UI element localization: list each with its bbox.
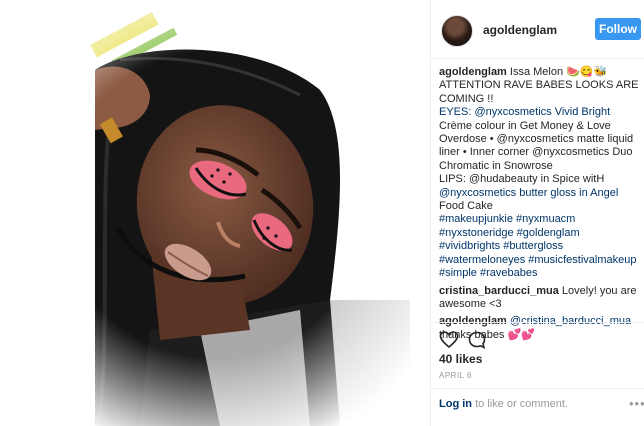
post-photo[interactable]: [0, 0, 430, 426]
post-modal: agoldenglam Follow agoldenglam Issa Melo…: [0, 0, 644, 426]
hashtag-line[interactable]: #vividbrights #buttergloss: [439, 240, 641, 253]
login-prompt-text: to like or comment.: [475, 398, 568, 410]
caption-line[interactable]: EYES: @nyxcosmetics Vivid Bright: [439, 106, 641, 119]
caption-line: Food Cake: [439, 200, 493, 213]
caption-line: liner • Inner corner @nyxcosmetics Duo: [439, 146, 633, 159]
caption-line[interactable]: @nyxcosmetics butter gloss in Angel: [439, 187, 641, 200]
caption-line: Crème colour in Get Money & Love: [439, 119, 611, 132]
post-date: APRIL 6: [439, 371, 472, 380]
heart-icon[interactable]: [439, 330, 459, 350]
divider: [431, 388, 644, 389]
post-header: agoldenglam Follow: [431, 0, 644, 59]
hashtag-line[interactable]: #nyxstoneridge #goldenglam: [439, 227, 641, 240]
caption: agoldenglam Issa Melon 🍉😋🐝 ATTENTION RAV…: [439, 66, 641, 281]
comment-username[interactable]: cristina_barducci_mua: [439, 285, 559, 297]
login-link[interactable]: Log in: [439, 398, 472, 410]
more-options-icon[interactable]: •••: [629, 396, 644, 411]
action-bar: [439, 330, 499, 352]
caption-username[interactable]: agoldenglam: [439, 66, 507, 78]
hashtag-line[interactable]: #watermeloneyes #musicfestivalmakeup: [439, 254, 641, 267]
caption-line: Issa Melon 🍉😋🐝: [509, 66, 608, 78]
hashtag-line[interactable]: #simple #ravebabes: [439, 267, 641, 280]
caption-line: COMING !!: [439, 92, 494, 105]
selfie-image: [0, 0, 430, 426]
caption-line: LIPS: @hudabeauty in Spice witH: [439, 173, 605, 186]
hashtag-line[interactable]: #makeupjunkie #nyxmuacm: [439, 213, 641, 226]
caption-line: Chromatic in Snowrose: [439, 159, 553, 172]
login-prompt: Log in to like or comment.: [439, 398, 568, 410]
header-username[interactable]: agoldenglam: [483, 23, 557, 37]
avatar[interactable]: [441, 15, 473, 47]
divider: [431, 322, 644, 323]
caption-line: ATTENTION RAVE BABES LOOKS ARE: [439, 79, 639, 92]
comments-section: agoldenglam Issa Melon 🍉😋🐝 ATTENTION RAV…: [439, 66, 641, 342]
caption-line: Overdose • @nyxcosmetics matte liquid: [439, 133, 634, 146]
likes-count[interactable]: 40 likes: [439, 352, 482, 366]
post-sidebar: agoldenglam Follow agoldenglam Issa Melo…: [430, 0, 644, 426]
comment: cristina_barducci_mua Lovely! you are aw…: [439, 285, 641, 312]
follow-button[interactable]: Follow: [595, 18, 641, 40]
comment-icon[interactable]: [467, 330, 487, 350]
